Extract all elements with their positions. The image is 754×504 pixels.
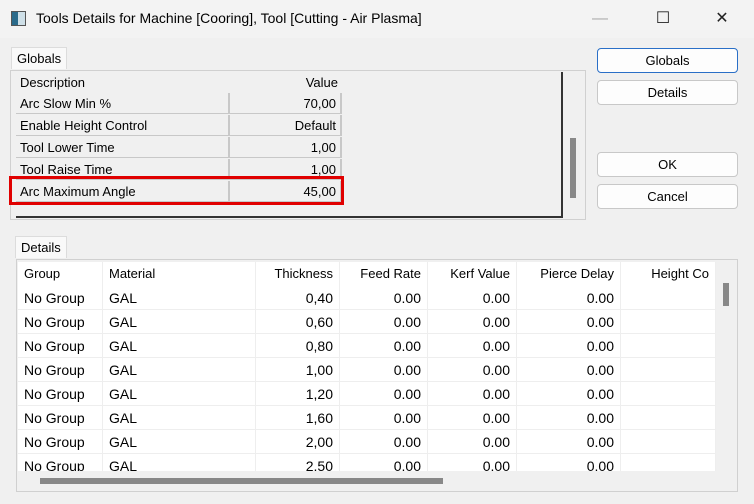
cell-group: No Group xyxy=(18,430,103,454)
cell-group: No Group xyxy=(18,334,103,358)
cell-pierce-delay: 0.00 xyxy=(517,454,621,471)
globals-row[interactable]: Tool Lower Time 1,00 xyxy=(16,137,342,159)
row-value[interactable]: Default xyxy=(230,115,342,136)
cell-pierce-delay: 0.00 xyxy=(517,310,621,334)
cell-thickness: 2,00 xyxy=(256,430,340,454)
cell-height-control xyxy=(621,454,716,471)
cell-group: No Group xyxy=(18,382,103,406)
cell-group: No Group xyxy=(18,358,103,382)
tab-details[interactable]: Details xyxy=(15,236,67,258)
tab-globals[interactable]: Globals xyxy=(11,47,68,69)
minimize-button[interactable]: — xyxy=(585,8,615,30)
details-vscroll-thumb[interactable] xyxy=(723,283,729,306)
cell-thickness: 2,50 xyxy=(256,454,340,471)
header-value: Value xyxy=(305,75,338,90)
globals-row[interactable]: Arc Slow Min % 70,00 xyxy=(16,93,342,115)
column-header-material[interactable]: Material xyxy=(103,262,256,286)
cell-thickness: 0,60 xyxy=(256,310,340,334)
cell-kerf-value: 0.00 xyxy=(428,406,517,430)
cell-pierce-delay: 0.00 xyxy=(517,382,621,406)
title-bar: Tools Details for Machine [Cooring], Too… xyxy=(0,0,754,38)
cell-kerf-value: 0.00 xyxy=(428,310,517,334)
cell-group: No Group xyxy=(18,310,103,334)
cell-thickness: 1,20 xyxy=(256,382,340,406)
details-button[interactable]: Details xyxy=(597,80,738,105)
globals-button[interactable]: Globals xyxy=(597,48,738,73)
cell-material: GAL xyxy=(103,334,256,358)
cell-pierce-delay: 0.00 xyxy=(517,430,621,454)
cell-thickness: 0,80 xyxy=(256,334,340,358)
cell-kerf-value: 0.00 xyxy=(428,382,517,406)
cell-feed-rate: 0.00 xyxy=(340,382,428,406)
window-title: Tools Details for Machine [Cooring], Too… xyxy=(36,10,422,26)
app-icon xyxy=(11,11,26,26)
column-header-thickness[interactable]: Thickness xyxy=(256,262,340,286)
cell-thickness: 1,60 xyxy=(256,406,340,430)
column-header-pierce-delay[interactable]: Pierce Delay xyxy=(517,262,621,286)
cell-feed-rate: 0.00 xyxy=(340,430,428,454)
cell-feed-rate: 0.00 xyxy=(340,286,428,310)
header-description: Description xyxy=(20,75,86,90)
cell-kerf-value: 0.00 xyxy=(428,430,517,454)
cell-group: No Group xyxy=(18,406,103,430)
cell-height-control xyxy=(621,430,716,454)
row-description: Arc Slow Min % xyxy=(16,93,230,114)
cell-height-control xyxy=(621,358,716,382)
cell-kerf-value: 0.00 xyxy=(428,334,517,358)
cell-height-control xyxy=(621,406,716,430)
ok-button[interactable]: OK xyxy=(597,152,738,177)
row-value[interactable]: 70,00 xyxy=(230,93,342,114)
column-header-kerf-value[interactable]: Kerf Value xyxy=(428,262,517,286)
cell-thickness: 1,00 xyxy=(256,358,340,382)
cell-material: GAL xyxy=(103,358,256,382)
cell-height-control xyxy=(621,334,716,358)
cell-kerf-value: 0.00 xyxy=(428,286,517,310)
cell-pierce-delay: 0.00 xyxy=(517,286,621,310)
details-hscroll-thumb[interactable] xyxy=(40,478,443,484)
row-value[interactable]: 1,00 xyxy=(230,137,342,158)
maximize-button[interactable]: ☐ xyxy=(648,8,678,30)
cell-height-control xyxy=(621,286,716,310)
cell-height-control xyxy=(621,310,716,334)
cancel-button[interactable]: Cancel xyxy=(597,184,738,209)
cell-pierce-delay: 0.00 xyxy=(517,358,621,382)
highlight-box xyxy=(9,176,344,205)
cell-group: No Group xyxy=(18,286,103,310)
row-description: Tool Lower Time xyxy=(16,137,230,158)
row-description: Enable Height Control xyxy=(16,115,230,136)
details-table: Group Material Thickness Feed Rate Kerf Valu… xyxy=(18,262,716,471)
cell-kerf-value: 0.00 xyxy=(428,454,517,471)
column-header-feed-rate[interactable]: Feed Rate xyxy=(340,262,428,286)
cell-material: GAL xyxy=(103,430,256,454)
cell-material: GAL xyxy=(103,406,256,430)
cell-feed-rate: 0.00 xyxy=(340,406,428,430)
cell-feed-rate: 0.00 xyxy=(340,358,428,382)
cell-feed-rate: 0.00 xyxy=(340,310,428,334)
cell-group: No Group xyxy=(18,454,103,471)
cell-height-control xyxy=(621,382,716,406)
globals-row[interactable]: Enable Height Control Default xyxy=(16,115,342,137)
cell-feed-rate: 0.00 xyxy=(340,454,428,471)
globals-header: Description Value xyxy=(16,72,342,94)
close-button[interactable]: ✕ xyxy=(707,8,737,30)
cell-material: GAL xyxy=(103,454,256,471)
column-header-group[interactable]: Group xyxy=(18,262,103,286)
globals-scrollbar-thumb[interactable] xyxy=(570,138,576,198)
cell-material: GAL xyxy=(103,382,256,406)
cell-material: GAL xyxy=(103,310,256,334)
cell-pierce-delay: 0.00 xyxy=(517,406,621,430)
cell-pierce-delay: 0.00 xyxy=(517,334,621,358)
cell-material: GAL xyxy=(103,286,256,310)
cell-feed-rate: 0.00 xyxy=(340,334,428,358)
cell-kerf-value: 0.00 xyxy=(428,358,517,382)
cell-thickness: 0,40 xyxy=(256,286,340,310)
column-header-height-control[interactable]: Height Co xyxy=(621,262,716,286)
